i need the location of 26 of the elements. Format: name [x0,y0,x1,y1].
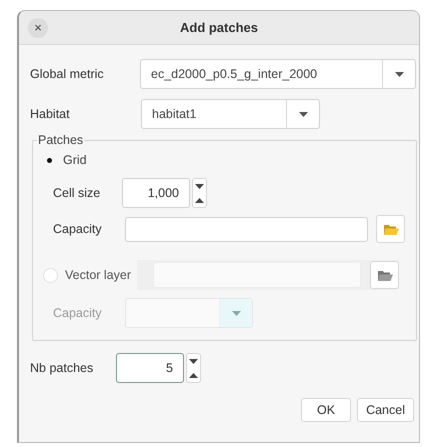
grid-radio[interactable]: Grid [43,151,87,169]
field-label: Capacity [53,222,103,236]
browse-button[interactable] [376,215,405,243]
field-label: Global metric [30,67,105,81]
metric-dropdown[interactable]: ec_d2000_p0.5_g_inter_2000 [140,59,416,89]
dialog-button[interactable]: Cancel [357,398,414,422]
nb-patches-field[interactable]: 5 [116,353,184,383]
folder-icon [376,268,393,282]
cell-size-field[interactable]: 1,000 [122,178,190,208]
spin-buttons[interactable] [192,178,207,208]
field-label: Cell size [53,186,102,200]
group-title: Patches [37,133,84,147]
caret-icon [298,112,308,116]
window-title: Add patches [180,20,258,35]
field-label: Nb patches [30,361,94,375]
close-button[interactable]: × [28,18,48,38]
spin-buttons[interactable] [186,353,201,383]
folder-icon [382,222,398,236]
browse-button[interactable] [370,261,400,289]
dialog-button[interactable]: OK [301,398,352,422]
caret-icon [232,310,240,316]
capacity-field[interactable] [125,216,368,242]
field-label: Habitat [30,107,71,121]
habitat-dropdown[interactable]: habitat1 [141,99,320,129]
caret-icon [394,72,404,76]
field-label: Capacity [53,306,103,320]
